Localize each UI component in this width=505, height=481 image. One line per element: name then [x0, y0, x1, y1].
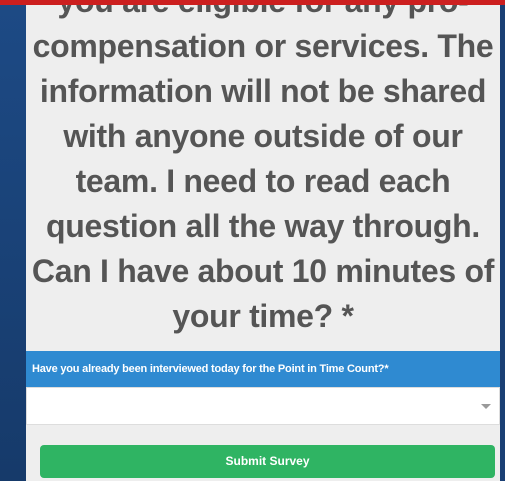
submit-survey-button[interactable]: Submit Survey: [40, 445, 495, 478]
question-line: compensation or services. The: [32, 28, 494, 64]
question-line: Can I have about 10 minutes of: [31, 253, 495, 289]
page-background-right: [500, 0, 505, 481]
consent-question-text: you are eligible for any pro- compensati…: [26, 0, 500, 339]
top-accent-bar: [0, 0, 505, 5]
question-line: question all the way through.: [46, 208, 480, 244]
chevron-down-icon: [481, 404, 491, 409]
question-line: information will not be shared: [39, 73, 487, 109]
interviewed-today-question-label: Have you already been interviewed today …: [26, 351, 500, 387]
interviewed-today-select[interactable]: [26, 387, 500, 425]
question-line: team. I need to read each: [75, 163, 451, 199]
question-line: with anyone outside of our: [63, 118, 463, 154]
survey-panel: you are eligible for any pro- compensati…: [26, 0, 500, 481]
question-line: your time? *: [172, 298, 354, 334]
page-background-left: [0, 0, 26, 481]
